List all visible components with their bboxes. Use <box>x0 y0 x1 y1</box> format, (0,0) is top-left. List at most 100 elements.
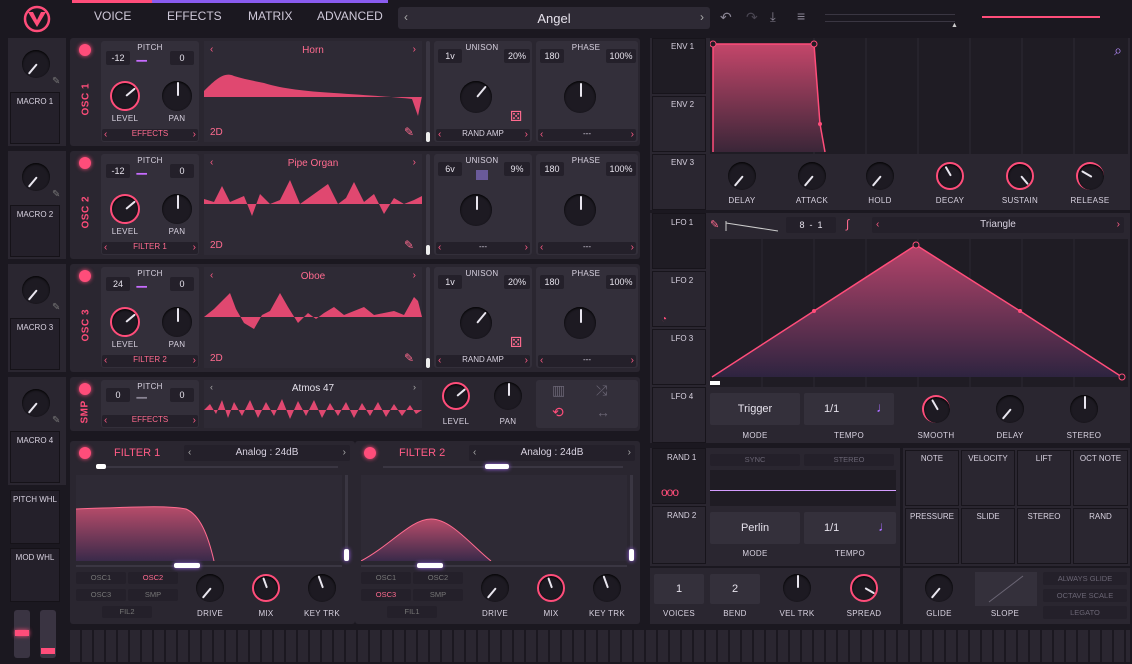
osc-3-mode[interactable]: 2D <box>210 353 223 364</box>
osc-2-phase-dest[interactable]: ‹ --- › <box>538 242 636 254</box>
pencil-icon[interactable]: ✎ <box>710 218 719 231</box>
filter-2-response-display[interactable] <box>360 475 627 562</box>
macro-4-knob[interactable] <box>22 389 50 417</box>
env-decay-knob[interactable] <box>936 162 964 190</box>
edit-icon[interactable]: ✎ <box>52 415 60 426</box>
sample-next-icon[interactable]: › <box>413 382 416 392</box>
macro-2-button[interactable]: MACRO 2 <box>10 205 60 257</box>
always-glide-toggle[interactable]: ALWAYS GLIDE <box>1043 572 1127 585</box>
osc-1-unison-detune[interactable]: 20% <box>504 49 530 63</box>
filter-2-drive-knob[interactable] <box>481 574 509 602</box>
mod-oct-note[interactable]: OCT NOTE <box>1073 450 1128 506</box>
filter-1-src-osc1[interactable]: OSC1 <box>76 572 126 584</box>
osc-2-phase-knob[interactable] <box>564 194 596 226</box>
spread-knob[interactable] <box>850 574 878 602</box>
filter-2-src-osc1[interactable]: OSC1 <box>361 572 411 584</box>
osc-1-unison-knob[interactable] <box>460 81 492 113</box>
lfo-stereo-knob[interactable] <box>1070 395 1098 423</box>
osc-1-phase[interactable]: 180 <box>540 49 564 63</box>
osc-1-phase-knob[interactable] <box>564 81 596 113</box>
smp-pan-knob[interactable] <box>494 382 522 410</box>
filter-1-src-osc2[interactable]: OSC2 <box>128 572 178 584</box>
lfo-4-tab[interactable]: LFO 4 <box>652 387 706 443</box>
osc-3-pan-knob[interactable] <box>162 307 192 337</box>
filter-2-src-osc3[interactable]: OSC3 <box>361 589 411 601</box>
osc-1-destination[interactable]: ‹ EFFECTS › <box>102 129 198 141</box>
mod-note[interactable]: NOTE <box>905 450 959 506</box>
filter-2-cutoff-slider[interactable] <box>361 563 627 568</box>
filter-1-toggle[interactable] <box>79 447 91 459</box>
filter-1-response-display[interactable] <box>75 475 342 562</box>
smp-level-knob[interactable] <box>442 382 470 410</box>
pitch-wheel-button[interactable]: PITCH WHL <box>10 490 60 544</box>
loop-icon[interactable]: ⟲ <box>552 404 564 421</box>
filter-1-model[interactable]: ‹ Analog : 24dB › <box>184 445 350 461</box>
osc-3-phase-dest[interactable]: ‹ --- › <box>538 355 636 367</box>
edit-icon[interactable]: ✎ <box>404 238 414 252</box>
filter-2-toggle[interactable] <box>364 447 376 459</box>
env-attack-knob[interactable] <box>798 162 826 190</box>
smp-destination[interactable]: ‹ EFFECTS › <box>102 415 198 427</box>
note-icon[interactable]: ♩ <box>876 399 890 415</box>
tab-effects[interactable]: EFFECTS <box>167 9 222 23</box>
osc-3-unison-voices[interactable]: 1v <box>438 275 462 289</box>
env-1-tab[interactable]: ENV 1 <box>652 38 706 94</box>
lfo-smooth-knob[interactable] <box>922 395 950 423</box>
lfo-preset-shape[interactable] <box>724 219 780 233</box>
mod-wheel-button[interactable]: MOD WHL <box>10 548 60 602</box>
osc-3-unison-knob[interactable] <box>460 307 492 339</box>
osc-2-wavetable-display[interactable]: ‹ Pipe Organ › 2D ✎ <box>204 154 422 255</box>
lfo-display[interactable] <box>710 239 1128 387</box>
osc-3-wavetable-display[interactable]: ‹ Oboe › 2D ✎ <box>204 267 422 368</box>
osc-2-unison-knob[interactable] <box>460 194 492 226</box>
macro-4-button[interactable]: MACRO 4 <box>10 431 60 483</box>
osc-1-fine[interactable]: 0 <box>170 51 194 65</box>
octave-scale-toggle[interactable]: OCTAVE SCALE <box>1043 589 1127 602</box>
osc-3-phase-knob[interactable] <box>564 307 596 339</box>
mod-lift[interactable]: LIFT <box>1017 450 1071 506</box>
legato-toggle[interactable]: LEGATO <box>1043 606 1127 619</box>
osc-3-phase-rand[interactable]: 100% <box>606 275 636 289</box>
osc-1-rand-amp[interactable]: ‹ RAND AMP › <box>436 129 530 141</box>
lfo-3-tab[interactable]: LFO 3 <box>652 329 706 385</box>
keyboard[interactable] <box>70 630 1130 662</box>
osc-2-fine[interactable]: 0 <box>170 164 194 178</box>
rand-stereo-toggle[interactable]: STEREO <box>804 454 894 466</box>
filter-2-src-smp[interactable]: SMP <box>413 589 463 601</box>
osc-2-destination[interactable]: ‹ FILTER 1 › <box>102 242 198 254</box>
mod-velocity[interactable]: VELOCITY <box>961 450 1015 506</box>
rand-sync-toggle[interactable]: SYNC <box>710 454 800 466</box>
env-display[interactable]: ⌕ <box>709 38 1128 154</box>
macro-1-button[interactable]: MACRO 1 <box>10 92 60 144</box>
osc-2-mode[interactable]: 2D <box>210 240 223 251</box>
osc-3-coarse[interactable]: 24 <box>106 277 130 291</box>
rand-2-tab[interactable]: RAND 2 <box>652 506 706 564</box>
mod-rand[interactable]: RAND <box>1073 508 1128 564</box>
preset-selector[interactable]: ‹ Angel › <box>398 7 710 29</box>
filter-1-cutoff-slider[interactable] <box>76 563 342 568</box>
keytrack-icon[interactable]: ▥ <box>552 382 565 399</box>
bend-value[interactable]: 2 <box>710 574 760 604</box>
bounce-icon[interactable]: ↔ <box>596 404 610 420</box>
rand-mode-select[interactable]: Perlin <box>710 512 800 544</box>
env-hold-knob[interactable] <box>866 162 894 190</box>
filter-1-blend-slider[interactable] <box>96 464 338 469</box>
save-icon[interactable]: ⤓ <box>770 9 776 25</box>
osc-1-wavetable-display[interactable]: ‹ Horn › 2D ✎ <box>204 41 422 142</box>
osc-1-level-knob[interactable] <box>110 81 140 111</box>
wave-next-icon[interactable]: › <box>413 157 416 168</box>
filter-1-mix-knob[interactable] <box>252 574 280 602</box>
osc-3-rand-amp[interactable]: ‹ RAND AMP › <box>436 355 530 367</box>
random-phase-icon[interactable]: ⤮ <box>596 382 607 399</box>
lfo-2-tab[interactable]: LFO 2 ◔ <box>652 271 706 327</box>
mod-slide[interactable]: SLIDE <box>961 508 1015 564</box>
menu-icon[interactable]: ≡ <box>797 8 805 24</box>
edit-icon[interactable]: ✎ <box>404 351 414 365</box>
env-delay-knob[interactable] <box>728 162 756 190</box>
osc-3-unison-detune[interactable]: 20% <box>504 275 530 289</box>
master-volume[interactable] <box>982 16 1100 18</box>
osc-3-level-knob[interactable] <box>110 307 140 337</box>
filter-1-keytrk-knob[interactable] <box>308 574 336 602</box>
lfo-1-tab[interactable]: LFO 1 <box>652 213 706 269</box>
osc-3-fine[interactable]: 0 <box>170 277 194 291</box>
